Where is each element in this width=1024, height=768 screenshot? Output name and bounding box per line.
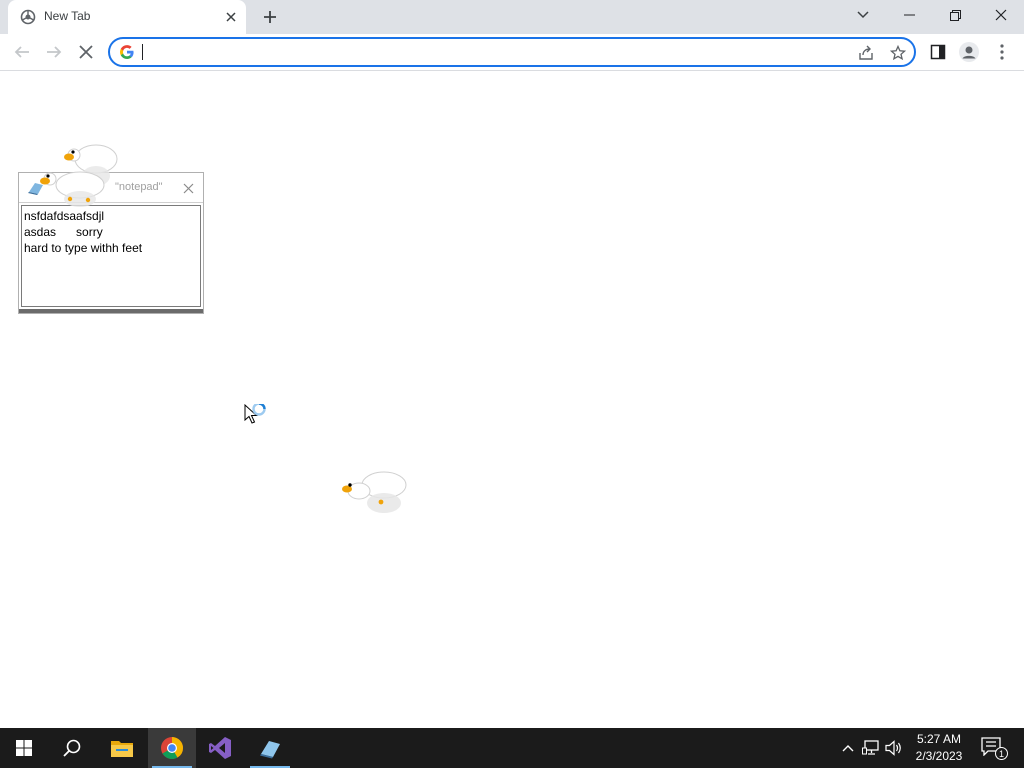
goose-sprite[interactable] [338,467,412,517]
forward-arrow-icon[interactable] [40,38,68,66]
file-explorer-icon[interactable] [98,728,146,768]
taskbar-clock[interactable]: 5:27 AM 2/3/2023 [906,731,972,765]
share-icon[interactable] [856,43,876,63]
new-tab-plus-icon[interactable] [258,5,282,29]
close-window-icon[interactable] [978,0,1024,30]
chevron-up-icon[interactable] [838,738,858,758]
address-input[interactable] [142,42,842,62]
tab-close-icon[interactable] [222,8,240,26]
new-tab-favicon-icon [20,9,36,25]
clock-date: 2/3/2023 [915,749,963,763]
back-arrow-icon[interactable] [8,38,36,66]
windows-start-icon[interactable] [0,728,48,768]
notification-count-badge: 1 [995,747,1008,760]
notification-center-icon[interactable]: 1 [980,736,1008,760]
notepad-close-icon[interactable] [179,179,197,197]
more-menu-icon[interactable] [988,38,1016,66]
side-panel-icon[interactable] [924,38,952,66]
volume-icon[interactable] [884,738,904,758]
browser-toolbar [0,34,1024,71]
busy-cursor-icon [244,404,266,424]
address-bar[interactable] [108,37,916,67]
tab-title: New Tab [44,9,91,23]
notepad-taskbar-icon[interactable] [246,728,294,768]
search-icon[interactable] [48,728,96,768]
windows-taskbar: 5:27 AM 2/3/2023 1 [0,728,1024,768]
tab-search-chevron-icon[interactable] [840,0,886,30]
notepad-bottom-bar [19,309,203,313]
notepad-title: "notepad" [115,181,163,193]
text-caret [142,44,143,60]
restore-icon[interactable] [932,0,978,30]
browser-tab-strip: New Tab [0,0,1024,34]
profile-avatar-icon[interactable] [955,38,983,66]
stop-loading-icon[interactable] [72,38,100,66]
visual-studio-icon[interactable] [196,728,244,768]
clock-time: 5:27 AM [916,732,962,746]
bookmark-star-icon[interactable] [888,43,908,63]
notepad-text-area[interactable]: nsfdafdsaafsdjl asdas sorry hard to type… [21,205,201,307]
goose-sprite[interactable] [36,165,108,211]
page-content: "notepad" nsfdafdsaafsdjl asdas sorry ha… [0,71,1024,728]
google-g-icon [120,45,134,59]
chrome-taskbar-icon[interactable] [148,728,196,768]
minimize-icon[interactable] [886,0,932,30]
network-icon[interactable] [861,738,881,758]
tab-new-tab[interactable]: New Tab [8,0,246,34]
